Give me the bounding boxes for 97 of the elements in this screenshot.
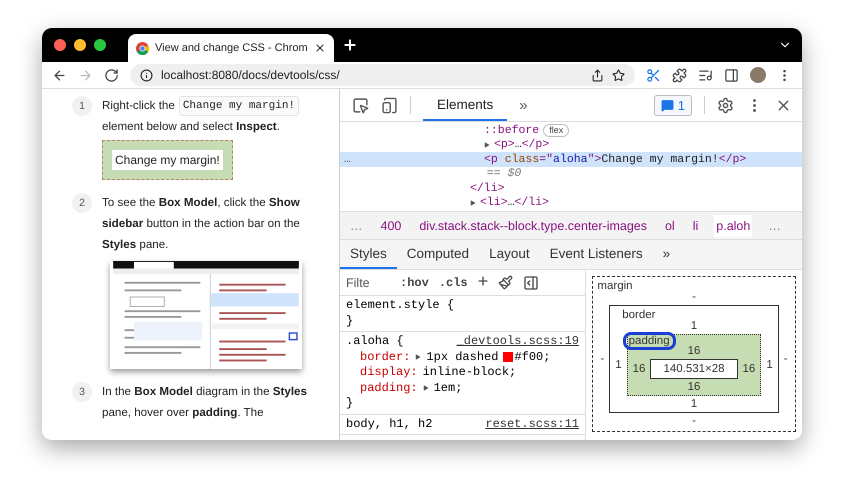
- browser-logo-icon: [136, 42, 149, 54]
- step-text: To see the Box Model, click the Show sidebar button in the action bar on the Styles pane.: [102, 195, 301, 253]
- browser-tab[interactable]: View and change CSS - Chrom: [128, 34, 334, 62]
- bookmark-star-icon[interactable]: [612, 68, 625, 82]
- settings-icon[interactable]: [717, 96, 734, 114]
- back-icon[interactable]: [52, 68, 67, 82]
- breadcrumb[interactable]: 400: [378, 214, 404, 236]
- extensions-icon[interactable]: [672, 68, 687, 82]
- step-text: In the Box Model diagram in the Styles pane, hover over padding. The: [102, 384, 308, 421]
- step-number: 3: [72, 382, 92, 402]
- new-tab-icon[interactable]: [342, 37, 358, 53]
- close-window-button[interactable]: [54, 39, 66, 51]
- closing-brace: }: [346, 396, 354, 412]
- demo-text: Change my margin!: [112, 150, 223, 170]
- zoom-window-button[interactable]: [94, 39, 106, 51]
- padding-top-value: 16: [686, 345, 702, 357]
- border-label: border: [622, 309, 656, 321]
- issues-count: 1: [678, 98, 685, 112]
- step-text: element below and select Inspect.: [102, 119, 280, 135]
- margin-left-value: -: [599, 353, 606, 365]
- dom-node[interactable]: <p>…</p>: [340, 138, 802, 152]
- content-size: 140.531×28: [650, 359, 738, 379]
- closing-brace: }: [346, 314, 354, 329]
- sidebar-tab[interactable]: Computed: [396, 240, 480, 269]
- avatar[interactable]: [750, 67, 766, 83]
- message-icon: [660, 98, 674, 112]
- css-value: 1px dashed: [426, 350, 498, 365]
- margin-bottom-value: -: [691, 415, 697, 427]
- border-right-value: 1: [765, 359, 774, 371]
- device-toolbar-icon[interactable]: [381, 96, 398, 114]
- padding-left-value: 16: [632, 363, 646, 375]
- margin-top-value: -: [691, 291, 697, 303]
- source-link[interactable]: _devtools.scss:19: [456, 334, 579, 350]
- media-list-icon[interactable]: [698, 68, 713, 82]
- css-selector: body, h1, h2: [346, 416, 432, 432]
- more-tabs-button[interactable]: »: [519, 96, 528, 114]
- breadcrumb[interactable]: div.stack.stack--block.type.center-images: [417, 214, 649, 236]
- address-bar[interactable]: localhost:8080/docs/devtools/css/: [130, 64, 635, 86]
- hov-button[interactable]: :hov: [400, 276, 429, 290]
- css-property: border:: [360, 350, 410, 365]
- dom-node[interactable]: ::before flex: [340, 123, 802, 138]
- breadcrumb[interactable]: …: [348, 214, 364, 236]
- breadcrumb[interactable]: ol: [662, 214, 677, 236]
- paintbrush-icon[interactable]: [498, 275, 514, 290]
- info-icon: [140, 68, 153, 82]
- border-top-value: 1: [690, 320, 698, 332]
- tab-title: View and change CSS - Chrom: [155, 42, 308, 54]
- more-tabs-button[interactable]: »: [652, 240, 680, 269]
- scissors-icon[interactable]: [646, 68, 661, 82]
- side-panel-icon[interactable]: [724, 68, 739, 82]
- reload-icon[interactable]: [104, 68, 119, 82]
- padding-bottom-value: 16: [686, 381, 702, 393]
- border-bottom-value: 1: [690, 398, 698, 410]
- margin-right-value: -: [782, 353, 789, 365]
- minimize-window-button[interactable]: [74, 39, 86, 51]
- panel-tab[interactable]: Elements: [423, 89, 508, 121]
- step-number: 2: [72, 193, 92, 213]
- show-sidebar-icon[interactable]: [523, 274, 540, 290]
- issues-badge[interactable]: 1: [654, 94, 692, 116]
- css-value: inline-block;: [422, 365, 516, 380]
- dom-node-reference: == $0: [486, 166, 522, 181]
- dom-node[interactable]: <li>…</li>: [340, 196, 802, 210]
- sidebar-tab[interactable]: Layout: [479, 240, 540, 269]
- padding-label: padding: [626, 335, 673, 347]
- color-swatch[interactable]: [503, 352, 514, 362]
- border-box[interactable]: border 1 1 1 1 padding 16 16 16 16 140.531×28: [609, 305, 779, 413]
- sidebar-tab[interactable]: Styles: [340, 240, 397, 269]
- expand-arrow-icon[interactable]: [422, 385, 429, 392]
- margin-box[interactable]: margin - - - - border 1 1 1 1 padding 16 16 16 16 140.531×28: [592, 276, 796, 432]
- new-rule-button[interactable]: +: [478, 272, 488, 292]
- dom-node[interactable]: … <p class="aloha">Change my margin!</p>: [340, 152, 802, 166]
- css-value: 1em;: [434, 380, 462, 396]
- border-left-value: 1: [614, 359, 623, 371]
- css-property: padding:: [360, 380, 418, 396]
- source-link[interactable]: reset.scss:11: [485, 416, 579, 432]
- css-value: #f00;: [514, 350, 550, 365]
- css-property: display:: [360, 365, 418, 380]
- inspect-icon[interactable]: [352, 96, 369, 114]
- step-number: 1: [72, 96, 92, 116]
- breadcrumb[interactable]: …: [766, 214, 783, 236]
- url-text: localhost:8080/docs/devtools/css/: [161, 68, 341, 82]
- expand-arrow-icon[interactable]: [484, 142, 490, 148]
- cls-button[interactable]: .cls: [438, 276, 468, 290]
- expand-arrow-icon[interactable]: [415, 354, 422, 360]
- share-icon[interactable]: [591, 68, 604, 82]
- breadcrumb[interactable]: p.aloh: [714, 214, 752, 236]
- margin-label: margin: [597, 280, 633, 292]
- dom-node[interactable]: </li>: [340, 181, 802, 196]
- css-selector: .aloha {: [346, 334, 404, 350]
- padding-right-value: 16: [742, 363, 756, 375]
- breadcrumb[interactable]: li: [690, 214, 700, 236]
- expand-arrow-icon[interactable]: [470, 200, 476, 206]
- inline-code: Change my margin!: [178, 96, 300, 116]
- sidebar-tab[interactable]: Event Listeners: [540, 240, 653, 269]
- close-tab-icon[interactable]: [314, 42, 326, 54]
- css-selector: element.style {: [346, 298, 454, 314]
- step-text: Right-click the: [102, 98, 175, 114]
